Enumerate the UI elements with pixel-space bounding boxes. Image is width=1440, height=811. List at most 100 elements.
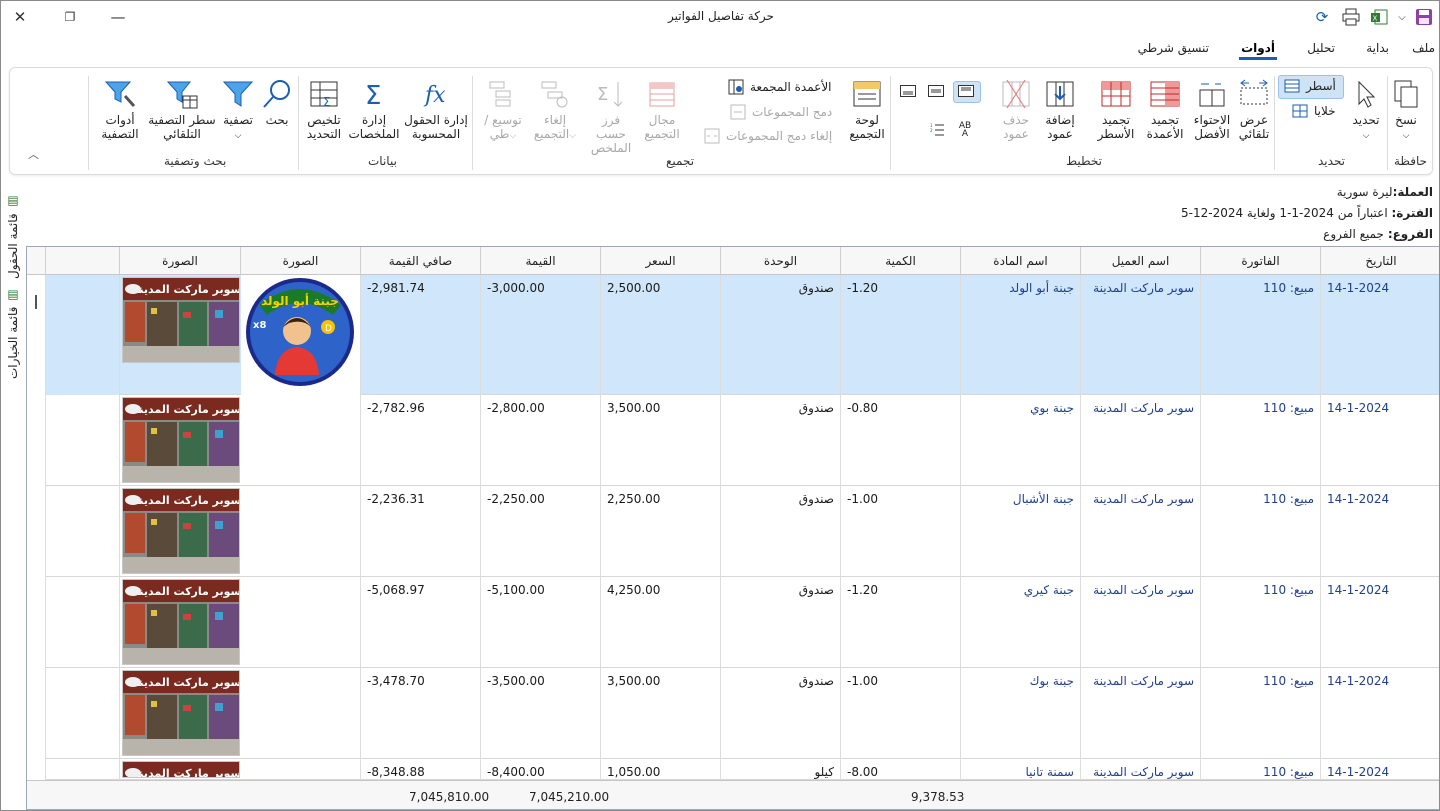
- cell-date[interactable]: 14-1-2024: [1321, 668, 1439, 759]
- select-cells-button[interactable]: خلايا: [1292, 104, 1336, 118]
- cell-item[interactable]: سمنة تانيا: [961, 759, 1081, 780]
- cell-date[interactable]: 14-1-2024: [1321, 759, 1439, 780]
- chevron-down-icon[interactable]: ⌵: [1391, 6, 1413, 28]
- cell-image-1[interactable]: جبنة أبو الولد x8 D: [241, 275, 361, 395]
- list-icon[interactable]: 12: [930, 123, 944, 137]
- col-header-date[interactable]: التاريخ: [1321, 247, 1439, 275]
- best-fit-button[interactable]: الاحتواء الأفضل: [1190, 78, 1234, 141]
- text-wrap-icon[interactable]: AB A: [958, 122, 972, 139]
- cell-qty[interactable]: -1.20: [841, 577, 961, 668]
- cell-item[interactable]: جبنة بوي: [961, 395, 1081, 486]
- select-rows-button[interactable]: أسطر: [1284, 79, 1336, 93]
- cell-unit[interactable]: صندوق: [721, 395, 841, 486]
- cell-qty[interactable]: -0.80: [841, 395, 961, 486]
- cell-image-1[interactable]: [241, 486, 361, 577]
- cell-unit[interactable]: صندوق: [721, 577, 841, 668]
- refresh-icon[interactable]: ⟳: [1311, 6, 1333, 28]
- cell-date[interactable]: 14-1-2024: [1321, 275, 1439, 395]
- cell-value[interactable]: -3,500.00: [481, 668, 601, 759]
- cell-customer[interactable]: سوبر ماركت المدينة: [1081, 759, 1201, 780]
- cell-customer[interactable]: سوبر ماركت المدينة: [1081, 275, 1201, 395]
- cell-item[interactable]: جبنة بوك: [961, 668, 1081, 759]
- menu-file[interactable]: ملف: [1412, 41, 1435, 55]
- col-header-unit[interactable]: الوحدة: [721, 247, 841, 275]
- cell-unit[interactable]: صندوق: [721, 275, 841, 395]
- save-icon[interactable]: [1413, 6, 1435, 28]
- cell-date[interactable]: 14-1-2024: [1321, 577, 1439, 668]
- auto-width-button[interactable]: عرض تلقائي: [1234, 78, 1274, 141]
- menu-home[interactable]: بداية: [1366, 41, 1389, 55]
- cell-image-1[interactable]: [241, 395, 361, 486]
- cell-qty[interactable]: -1.00: [841, 668, 961, 759]
- cell-image-1[interactable]: [241, 577, 361, 668]
- cell-price[interactable]: 4,250.00: [601, 577, 721, 668]
- summaries-button[interactable]: Σ إدارة الملخصات: [348, 78, 400, 141]
- cell-qty[interactable]: -8.00: [841, 759, 961, 780]
- tab-field-list[interactable]: قائمة الحقول ▤: [4, 189, 22, 279]
- col-header-customer[interactable]: اسم العميل: [1081, 247, 1201, 275]
- shop-image[interactable]: سوبر ماركت المدينة: [122, 579, 240, 665]
- row-indicator[interactable]: [27, 759, 46, 780]
- row-indicator[interactable]: [27, 275, 46, 395]
- cell-value[interactable]: -2,800.00: [481, 395, 601, 486]
- cell-net[interactable]: -2,236.31: [361, 486, 481, 577]
- freeze-columns-button[interactable]: تجميد الأعمدة: [1142, 78, 1188, 141]
- cell-customer[interactable]: سوبر ماركت المدينة: [1081, 668, 1201, 759]
- cell-net[interactable]: -3,478.70: [361, 668, 481, 759]
- print-icon[interactable]: [1340, 6, 1362, 28]
- cell-invoice[interactable]: مبيع: 110: [1201, 668, 1321, 759]
- shop-image[interactable]: سوبر ماركت المدينة: [122, 670, 240, 756]
- excel-export-icon[interactable]: X: [1368, 6, 1390, 28]
- col-header-image-1[interactable]: الصورة: [241, 247, 361, 275]
- cell-price[interactable]: 2,500.00: [601, 275, 721, 395]
- cell-qty[interactable]: -1.20: [841, 275, 961, 395]
- calc-fields-button[interactable]: fx إدارة الحقول المحسوبة: [404, 78, 468, 141]
- cell-value[interactable]: -3,000.00: [481, 275, 601, 395]
- cell-invoice[interactable]: مبيع: 110: [1201, 275, 1321, 395]
- shop-image[interactable]: سوبر ماركت المدينة: [122, 397, 240, 483]
- cell-unit[interactable]: كيلو: [721, 759, 841, 780]
- align-middle-icon[interactable]: [928, 85, 944, 97]
- cell-value[interactable]: -5,100.00: [481, 577, 601, 668]
- select-button[interactable]: تحديد ⌵: [1348, 78, 1384, 143]
- cell-item[interactable]: جبنة الأشبال: [961, 486, 1081, 577]
- freeze-rows-button[interactable]: تجميد الأسطر: [1092, 78, 1140, 141]
- group-panel-button[interactable]: لوحة التجميع: [846, 78, 888, 141]
- cell-qty[interactable]: -1.00: [841, 486, 961, 577]
- ungroup-button[interactable]: إلغاء التجميع⌵: [532, 78, 578, 143]
- col-header-price[interactable]: السعر: [601, 247, 721, 275]
- cell-price[interactable]: 3,500.00: [601, 668, 721, 759]
- menu-tools[interactable]: أدوات: [1239, 41, 1277, 60]
- cell-customer[interactable]: سوبر ماركت المدينة: [1081, 395, 1201, 486]
- cell-value[interactable]: -2,250.00: [481, 486, 601, 577]
- cell-date[interactable]: 14-1-2024: [1321, 486, 1439, 577]
- col-header-image-2[interactable]: الصورة: [120, 247, 241, 275]
- selection-summary-button[interactable]: Σ تلخيص التحديد: [302, 78, 346, 141]
- shop-image[interactable]: سوبر ماركت المدينة: [122, 761, 240, 778]
- cell-invoice[interactable]: مبيع: 110: [1201, 577, 1321, 668]
- cell-unit[interactable]: صندوق: [721, 668, 841, 759]
- tab-options-list[interactable]: قائمة الخيارات ▤: [4, 283, 22, 379]
- row-indicator[interactable]: [27, 668, 46, 759]
- auto-filter-row-button[interactable]: سطر التصفية التلقائي: [146, 78, 218, 141]
- menu-conditional-format[interactable]: تنسيق شرطي: [1138, 41, 1209, 55]
- unmerge-groups-button[interactable]: إلغاء دمج المجموعات: [704, 128, 832, 144]
- cell-invoice[interactable]: مبيع: 110: [1201, 759, 1321, 780]
- row-indicator[interactable]: [27, 395, 46, 486]
- cell-invoice[interactable]: مبيع: 110: [1201, 486, 1321, 577]
- cell-date[interactable]: 14-1-2024: [1321, 395, 1439, 486]
- cell-item[interactable]: جبنة أبو الولد: [961, 275, 1081, 395]
- cell-net[interactable]: -2,981.74: [361, 275, 481, 395]
- merge-groups-button[interactable]: دمج المجموعات: [730, 104, 832, 120]
- delete-column-button[interactable]: حذف عمود: [996, 78, 1036, 141]
- expand-collapse-button[interactable]: توسيع / طي⌵: [480, 78, 526, 143]
- cell-invoice[interactable]: مبيع: 110: [1201, 395, 1321, 486]
- cell-price[interactable]: 1,050.00: [601, 759, 721, 780]
- restore-icon[interactable]: ❐: [59, 6, 81, 28]
- minimize-icon[interactable]: —: [107, 6, 129, 28]
- cell-image-1[interactable]: [241, 668, 361, 759]
- cell-image-1[interactable]: [241, 759, 361, 780]
- row-indicator[interactable]: [27, 486, 46, 577]
- group-range-button[interactable]: مجال التجميع: [640, 78, 684, 141]
- cell-customer[interactable]: سوبر ماركت المدينة: [1081, 577, 1201, 668]
